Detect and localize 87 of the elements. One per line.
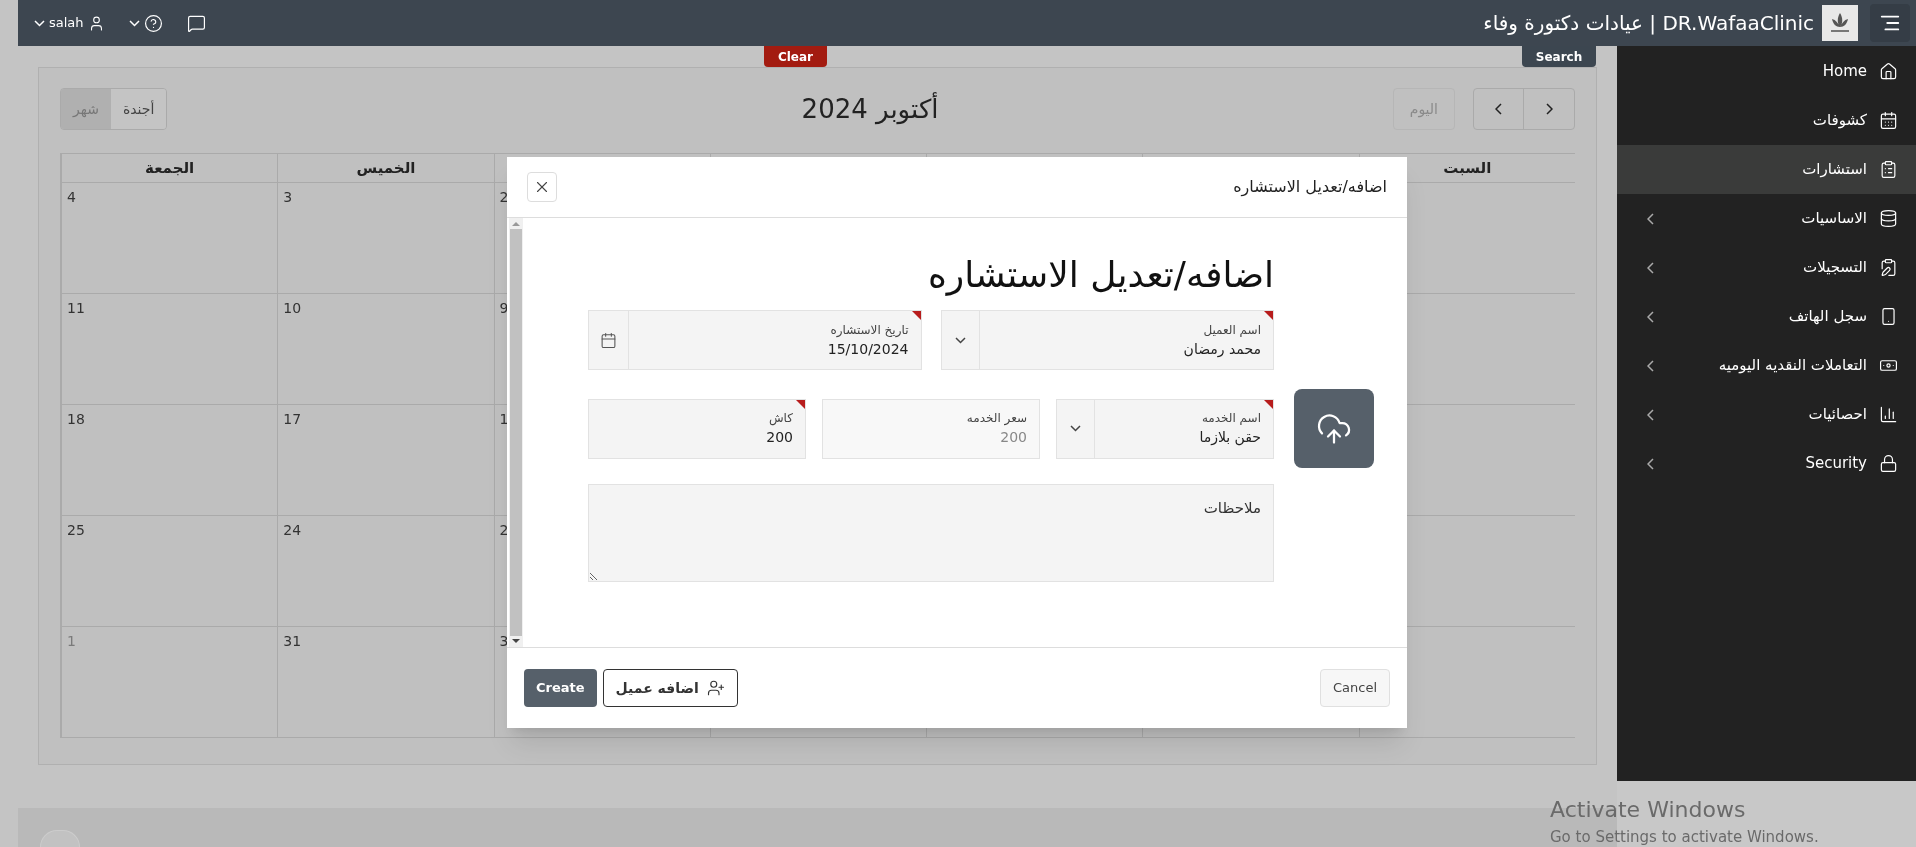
field-label: اسم الخدمه — [1200, 410, 1261, 427]
day-number: 10 — [283, 299, 302, 318]
sidebar-item[interactable]: الاساسيات — [1617, 194, 1916, 243]
search-button[interactable]: Search — [1522, 46, 1596, 67]
activation-title: Activate Windows — [1550, 796, 1747, 824]
day-number: 2 — [499, 188, 509, 207]
sidebar-item[interactable]: التعاملات النقديه اليوميه — [1617, 341, 1916, 390]
day-number: 24 — [283, 521, 302, 540]
field-value: 200 — [999, 428, 1027, 447]
chevron-left-icon — [1647, 261, 1654, 274]
close-button[interactable] — [527, 172, 557, 202]
create-button[interactable]: Create — [524, 669, 597, 707]
field-value: 200 — [765, 428, 793, 447]
required-marker-icon — [1264, 311, 1273, 320]
field-value: 15/10/2024 — [826, 339, 909, 359]
select-field[interactable]: اسم العميل محمد رمضان — [940, 310, 1274, 370]
day-number: 9 — [499, 299, 509, 318]
logo-icon — [1822, 5, 1858, 41]
cancel-button[interactable]: Cancel — [1319, 669, 1390, 707]
day-number: 3 — [283, 188, 293, 207]
calendar-icon — [1879, 111, 1898, 130]
chevron-down-icon — [954, 336, 966, 344]
notes-field[interactable]: ملاحظات — [588, 484, 1274, 582]
weekday-header: الخميس — [356, 157, 416, 179]
day-number: 3 — [499, 632, 509, 651]
sidebar-item[interactable]: Home — [1617, 47, 1916, 96]
day-number: 17 — [283, 410, 302, 429]
calendar-title: أكتوبر 2024 — [801, 91, 939, 127]
day-number: 31 — [283, 632, 302, 651]
sidebar-item[interactable]: Security — [1617, 439, 1916, 488]
sidebar-item[interactable]: التسجيلات — [1617, 243, 1916, 292]
chevron-right-icon — [1545, 103, 1553, 115]
day-number: 11 — [67, 299, 85, 318]
dialog-title: اضافه/تعديل الاستشاره — [1233, 176, 1387, 199]
chevron-left-icon — [1647, 408, 1654, 421]
day-number: 25 — [67, 521, 85, 540]
user-menu[interactable]: salah — [34, 13, 105, 33]
field-label: سعر الخدمه — [965, 410, 1027, 427]
calendar-icon — [600, 331, 617, 349]
phone-icon — [1879, 307, 1898, 326]
database-icon — [1879, 209, 1898, 228]
chevron-left-icon — [1647, 457, 1654, 470]
field-value: محمد رمضان — [1182, 339, 1261, 360]
form-heading: اضافه/تعديل الاستشاره — [927, 253, 1274, 298]
clear-button[interactable]: Clear — [764, 46, 827, 67]
clipboard-icon — [1879, 160, 1898, 179]
menu-button[interactable] — [1870, 4, 1910, 42]
upload-button[interactable] — [1294, 389, 1374, 468]
user-plus-icon — [706, 679, 725, 697]
sidebar-item[interactable]: كشوفات — [1617, 96, 1916, 145]
view-tab[interactable]: أجندة — [110, 89, 167, 129]
chevron-down-icon — [1070, 425, 1081, 432]
field-label: تاريخ الاستشاره — [829, 321, 909, 339]
day-number: 2 — [499, 521, 509, 540]
lock-icon — [1879, 454, 1898, 473]
day-number: 18 — [67, 410, 85, 429]
weekday-header: السبت — [1443, 157, 1492, 179]
help-button[interactable] — [128, 13, 163, 33]
day-number: 1 — [499, 410, 509, 429]
chat-icon[interactable] — [186, 13, 206, 33]
required-marker-icon — [796, 399, 805, 409]
day-number: 4 — [67, 188, 76, 207]
clipboard-pen-icon — [1879, 258, 1898, 277]
select-field[interactable]: اسم الخدمه حقن بلازما — [1056, 398, 1274, 459]
field-value: حقن بلازما — [1198, 428, 1261, 448]
help-icon — [143, 13, 163, 33]
chevron-left-icon — [1495, 103, 1502, 115]
activation-text: Go to Settings to activate Windows. — [1550, 827, 1819, 847]
chevron-down-icon — [34, 19, 45, 27]
day-number: 1 — [67, 632, 76, 651]
chevron-down-icon — [128, 19, 140, 27]
chevron-left-icon — [1647, 310, 1654, 323]
field-label: اسم العميل — [1202, 321, 1261, 339]
scrollbar[interactable] — [509, 218, 523, 647]
field-label: كاش — [767, 410, 793, 427]
required-marker-icon — [1264, 399, 1273, 409]
chevron-left-icon — [1647, 359, 1654, 372]
add-client-button[interactable]: اضافه عميل — [602, 669, 738, 707]
chevron-left-icon — [1647, 212, 1654, 225]
required-marker-icon — [911, 311, 921, 320]
app-title: DR.WafaaClinic | عيادات دكتورة وفاء — [1483, 10, 1814, 37]
weekday-header: الجمعة — [145, 157, 195, 179]
sidebar-item[interactable]: احصائيات — [1617, 390, 1916, 439]
home-icon — [1879, 62, 1898, 81]
bar-chart-icon — [1879, 405, 1898, 424]
sidebar-item[interactable]: سجل الهاتف — [1617, 292, 1916, 341]
sidebar-item[interactable]: استشارات — [1617, 145, 1916, 194]
